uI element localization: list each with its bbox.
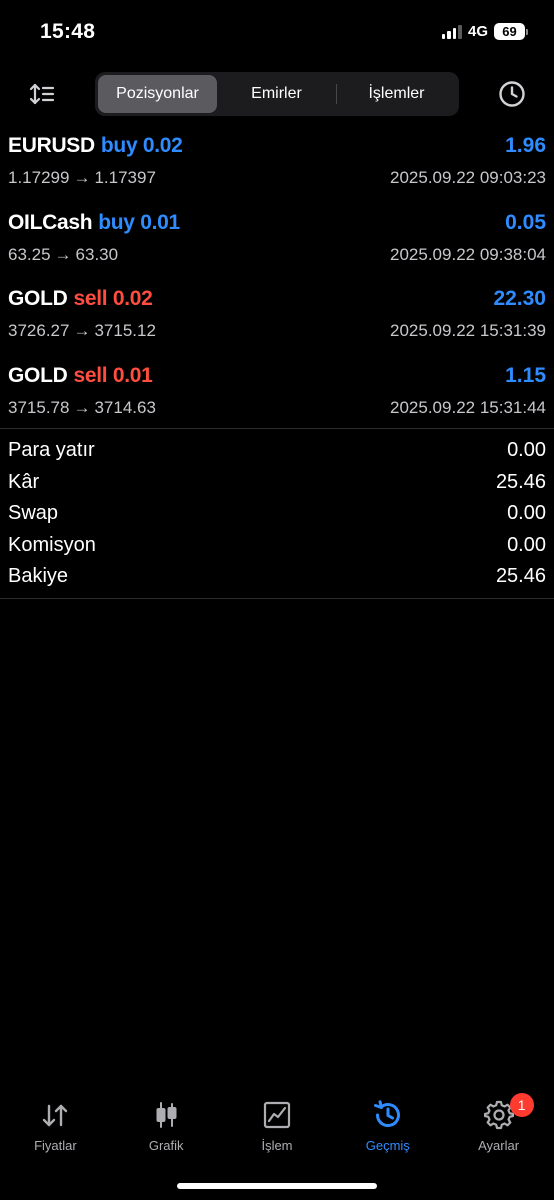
trade-time: 2025.09.22 09:03:23 (390, 168, 546, 187)
tab-islem[interactable]: İşlem (222, 1090, 333, 1160)
history-icon (373, 1100, 400, 1127)
trade-side: buy 0.01 (98, 210, 180, 234)
screen: 15:48 4G 69 Pozisyonlar Emirler İşlemler… (0, 0, 554, 1200)
summary-row-balance: Bakiye 25.46 (0, 561, 554, 593)
trade-time: 2025.09.22 15:31:44 (390, 397, 546, 417)
trade-close-price: 3714.63 (94, 397, 156, 417)
trade-time: 2025.09.22 15:31:39 (390, 321, 546, 340)
status-indicators: 4G 69 (441, 23, 528, 40)
trade-side: buy 0.02 (100, 134, 183, 157)
trade-side: sell 0.02 (73, 287, 153, 310)
summary-value: 25.46 (495, 565, 546, 588)
notification-badge: 1 (509, 1093, 534, 1117)
summary-row-swap: Swap 0.00 (0, 498, 554, 530)
trade-profit: 0.05 (505, 210, 546, 234)
trade-symbol: GOLD (8, 287, 68, 310)
home-indicator[interactable] (177, 1183, 377, 1189)
summary-section: Para yatır 0.00 Kâr 25.46 Swap 0.00 Komi… (0, 435, 554, 593)
trade-list: EURUSD buy 0.02 1.96 1.17299 → 1.17397 2025… (0, 130, 554, 436)
battery-level: 69 (494, 23, 525, 40)
trade-row[interactable]: GOLD sell 0.01 1.15 3715.78 → 3714.63 2025.… (0, 360, 554, 437)
network-type: 4G (467, 23, 488, 40)
tab-emirler[interactable]: Emirler (217, 75, 336, 113)
divider (0, 598, 554, 599)
candlestick-icon (156, 1102, 177, 1128)
summary-label: Para yatır (8, 439, 95, 462)
status-time: 15:48 (40, 20, 96, 43)
summary-value: 0.00 (507, 502, 546, 525)
history-filter-button[interactable] (496, 78, 528, 110)
tab-label: Fiyatlar (34, 1138, 77, 1153)
trade-profit: 1.15 (505, 363, 546, 387)
arrow-right-icon: → (73, 397, 91, 417)
arrow-right-icon: → (73, 321, 91, 340)
tab-fiyatlar[interactable]: Fiyatlar (0, 1090, 111, 1160)
trade-symbol: EURUSD (8, 134, 95, 157)
tab-grafik[interactable]: Grafik (111, 1090, 222, 1160)
trade-row[interactable]: EURUSD buy 0.02 1.96 1.17299 → 1.17397 2025… (0, 130, 554, 207)
summary-label: Swap (8, 502, 59, 525)
tab-label: Ayarlar (478, 1138, 520, 1153)
trade-close-price: 3715.12 (94, 321, 156, 340)
trade-side: sell 0.01 (73, 363, 153, 387)
summary-label: Kâr (8, 470, 40, 493)
bottom-tab-bar: Fiyatlar Grafik İşlem Geçmiş Ayarlar 1 (0, 1090, 554, 1160)
summary-label: Bakiye (8, 565, 69, 588)
trade-chart-icon (263, 1101, 291, 1129)
header: Pozisyonlar Emirler İşlemler (0, 72, 554, 116)
summary-value: 0.00 (507, 533, 546, 556)
arrow-right-icon: → (54, 244, 72, 264)
trade-symbol: GOLD (8, 363, 68, 387)
tab-islemler[interactable]: İşlemler (337, 75, 456, 113)
trade-open-price: 3726.27 (8, 321, 70, 340)
quotes-arrows-icon (43, 1104, 68, 1127)
clock-icon (499, 81, 525, 107)
tab-pozisyonlar[interactable]: Pozisyonlar (98, 75, 217, 113)
trade-close-price: 63.30 (75, 244, 119, 264)
trade-open-price: 63.25 (8, 244, 51, 264)
tab-label: Grafik (148, 1138, 184, 1153)
trade-profit: 1.96 (505, 134, 546, 157)
tab-label: Geçmiş (365, 1138, 410, 1153)
trade-row[interactable]: OILCash buy 0.01 0.05 63.25 → 63.30 2025.09… (0, 207, 554, 284)
battery-icon: 69 (494, 23, 528, 40)
sort-icon (29, 83, 55, 105)
tab-gecmis[interactable]: Geçmiş (332, 1090, 443, 1160)
trade-time: 2025.09.22 09:38:04 (390, 244, 546, 264)
trade-row[interactable]: GOLD sell 0.02 22.30 3726.27 → 3715.12 2025… (0, 283, 554, 360)
arrow-right-icon: → (73, 168, 91, 187)
cellular-signal-icon (441, 24, 462, 39)
tab-ayarlar[interactable]: Ayarlar 1 (443, 1090, 554, 1160)
segmented-control: Pozisyonlar Emirler İşlemler (95, 72, 459, 116)
trade-symbol: OILCash (8, 210, 93, 234)
summary-row-commission: Komisyon 0.00 (0, 530, 554, 562)
divider (0, 428, 554, 429)
summary-row-deposit: Para yatır 0.00 (0, 435, 554, 467)
status-bar: 15:48 4G 69 (0, 0, 554, 64)
trade-open-price: 3715.78 (8, 397, 70, 417)
sort-button[interactable] (26, 78, 58, 110)
summary-row-profit: Kâr 25.46 (0, 467, 554, 499)
trade-profit: 22.30 (493, 287, 546, 310)
tab-label: İşlem (261, 1138, 293, 1153)
summary-value: 0.00 (507, 439, 546, 462)
summary-label: Komisyon (8, 533, 96, 556)
trade-open-price: 1.17299 (8, 168, 70, 187)
trade-close-price: 1.17397 (94, 168, 156, 187)
summary-value: 25.46 (495, 470, 546, 493)
